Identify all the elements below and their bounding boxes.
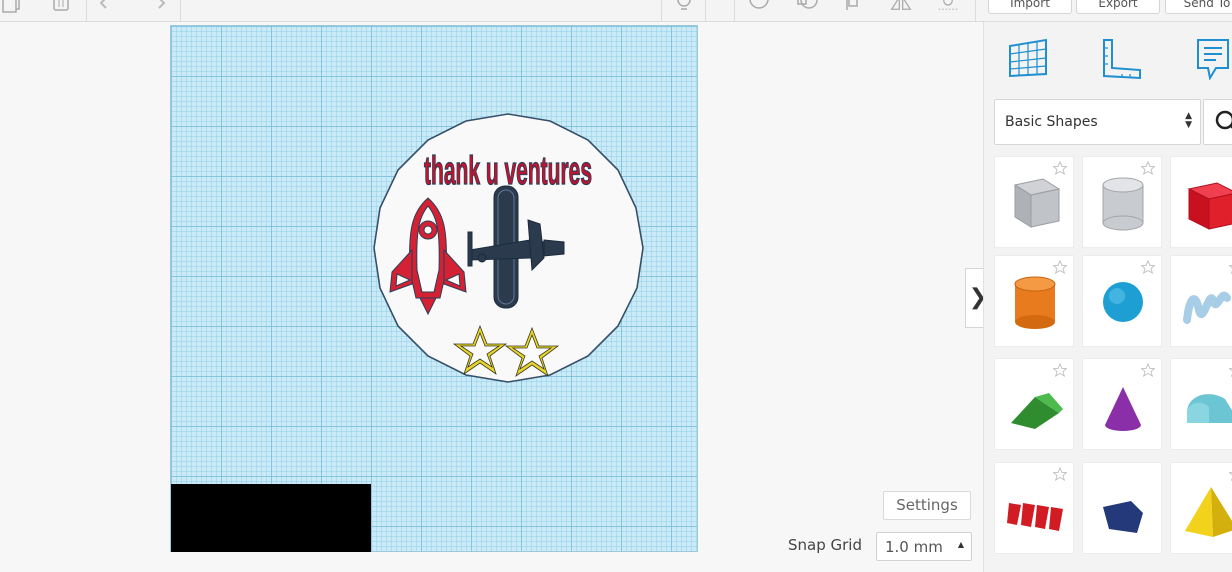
roof-icon bbox=[1011, 393, 1063, 429]
toolbar-divider bbox=[975, 0, 976, 21]
toolbar-divider bbox=[180, 0, 181, 21]
polygon-icon bbox=[1103, 501, 1143, 533]
top-toolbar: Import Export Send To bbox=[0, 0, 1232, 22]
lightbulb-icon[interactable] bbox=[673, 0, 695, 14]
shape-tile-scribble[interactable] bbox=[1170, 255, 1232, 347]
shapes-panel: Basic Shapes ▲ ▼ bbox=[983, 22, 1232, 572]
redacted-area bbox=[171, 484, 371, 552]
shape-tile-cylinder[interactable] bbox=[994, 255, 1074, 347]
text-shape-icon bbox=[1007, 503, 1063, 531]
round-roof-icon bbox=[1187, 394, 1232, 423]
shapes-category-select[interactable]: Basic Shapes ▲ ▼ bbox=[994, 99, 1201, 145]
shape-tile-polygon[interactable] bbox=[1082, 462, 1162, 554]
scribble-icon bbox=[1183, 291, 1231, 324]
toolbar-divider bbox=[661, 0, 662, 21]
toolbar-divider bbox=[705, 0, 706, 21]
search-icon bbox=[1215, 110, 1232, 130]
toolbar-divider bbox=[734, 0, 735, 21]
redo-icon[interactable] bbox=[145, 0, 167, 14]
pyramid-icon bbox=[1185, 487, 1232, 537]
shapes-search-button[interactable] bbox=[1203, 99, 1232, 145]
align-icon[interactable] bbox=[843, 0, 865, 14]
sphere-icon bbox=[1103, 282, 1143, 322]
box-red-icon bbox=[1187, 182, 1232, 230]
shape-tile-cylinder-hole[interactable] bbox=[1082, 156, 1162, 248]
import-button[interactable]: Import bbox=[988, 0, 1072, 14]
cone-icon bbox=[1105, 387, 1141, 431]
shape-tile-sphere[interactable] bbox=[1082, 255, 1162, 347]
design-model[interactable]: thank u ventures bbox=[372, 112, 644, 384]
ruler-icon[interactable] bbox=[1098, 36, 1142, 80]
snap-grid-label: Snap Grid bbox=[788, 536, 862, 554]
select-arrows-icon: ▲ ▼ bbox=[1185, 111, 1192, 130]
ungroup-icon[interactable] bbox=[797, 0, 819, 14]
export-button[interactable]: Export bbox=[1076, 0, 1160, 14]
shapes-category-value: Basic Shapes bbox=[1005, 114, 1098, 130]
shape-tile-box[interactable] bbox=[994, 156, 1074, 248]
copy-icon[interactable] bbox=[2, 0, 24, 14]
shape-tile-text[interactable] bbox=[994, 462, 1074, 554]
box-shape-icon bbox=[1013, 178, 1061, 228]
caret-up-icon: ▲ bbox=[957, 540, 964, 549]
group-icon[interactable] bbox=[748, 0, 770, 14]
settings-button[interactable]: Settings bbox=[883, 491, 971, 520]
shape-tile-roof[interactable] bbox=[994, 358, 1074, 450]
undo-icon[interactable] bbox=[100, 0, 122, 14]
delete-icon[interactable] bbox=[50, 0, 72, 14]
shape-tile-cone[interactable] bbox=[1082, 358, 1162, 450]
toolbar-divider bbox=[86, 0, 87, 21]
mirror-icon[interactable] bbox=[890, 0, 912, 14]
shape-tile-round-roof[interactable] bbox=[1170, 358, 1232, 450]
cruise-icon[interactable] bbox=[937, 0, 959, 14]
snap-grid-select[interactable]: 1.0 mm ▲ bbox=[876, 532, 972, 561]
shape-tile-pyramid[interactable] bbox=[1170, 462, 1232, 554]
send-to-button[interactable]: Send To bbox=[1165, 0, 1232, 14]
cylinder-hole-icon bbox=[1102, 177, 1144, 231]
cylinder-icon bbox=[1014, 276, 1056, 329]
workplane-icon[interactable] bbox=[1006, 36, 1050, 80]
shape-tile-box-red[interactable] bbox=[1170, 156, 1232, 248]
notes-icon[interactable] bbox=[1190, 36, 1232, 80]
snap-grid-value: 1.0 mm bbox=[885, 538, 943, 556]
